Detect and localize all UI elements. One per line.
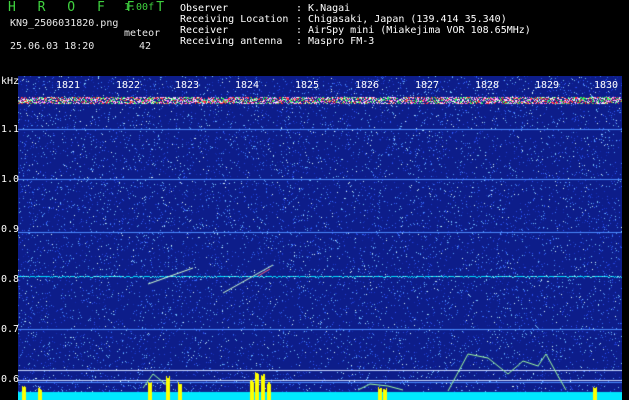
info-label-antenna: Receiving antenna bbox=[180, 36, 283, 47]
file-name: KN9_2506031820.png bbox=[10, 18, 119, 29]
right-margin bbox=[622, 76, 629, 400]
info-label-observer: Observer bbox=[180, 3, 229, 14]
x-tick-1821: 1821 bbox=[56, 80, 81, 91]
info-value-observer: : K.Nagai bbox=[296, 3, 351, 14]
info-value-location: : Chigasaki, Japan (139.414 35.340) bbox=[296, 14, 507, 25]
y-tick-0-6: 0.6 bbox=[1, 374, 20, 385]
x-tick-1829: 1829 bbox=[535, 80, 560, 91]
meteor-count: 42 bbox=[139, 41, 152, 52]
app-version: 1.00f bbox=[124, 2, 155, 13]
x-tick-1828: 1828 bbox=[475, 80, 500, 91]
x-tick-1827: 1827 bbox=[415, 80, 440, 91]
y-tick-0-9: 0.9 bbox=[1, 224, 20, 235]
x-tick-1824: 1824 bbox=[235, 80, 260, 91]
info-label-receiver: Receiver bbox=[180, 25, 229, 36]
x-tick-1826: 1826 bbox=[355, 80, 380, 91]
spectrogram-plot bbox=[18, 76, 622, 400]
x-tick-1830: 1830 bbox=[594, 80, 619, 91]
observation-datetime: 25.06.03 18:20 bbox=[10, 41, 95, 52]
y-tick-1-0: 1.0 bbox=[1, 174, 20, 185]
x-tick-1823: 1823 bbox=[175, 80, 200, 91]
header: H R O F F T 1.00f KN9_2506031820.png met… bbox=[0, 0, 629, 76]
y-axis-unit: kHz bbox=[1, 76, 20, 87]
x-tick-1822: 1822 bbox=[116, 80, 141, 91]
info-value-antenna: : Maspro FM-3 bbox=[296, 36, 375, 47]
info-label-location: Receiving Location bbox=[180, 14, 289, 25]
y-tick-0-8: 0.8 bbox=[1, 274, 20, 285]
y-tick-0-7: 0.7 bbox=[1, 324, 20, 335]
meteor-label: meteor bbox=[124, 28, 161, 39]
y-tick-1-1: 1.1 bbox=[1, 124, 20, 135]
info-value-receiver: : AirSpy mini (Miakejima VOR 108.65MHz) bbox=[296, 25, 531, 36]
spectrogram-canvas bbox=[18, 76, 622, 400]
x-tick-1825: 1825 bbox=[295, 80, 320, 91]
